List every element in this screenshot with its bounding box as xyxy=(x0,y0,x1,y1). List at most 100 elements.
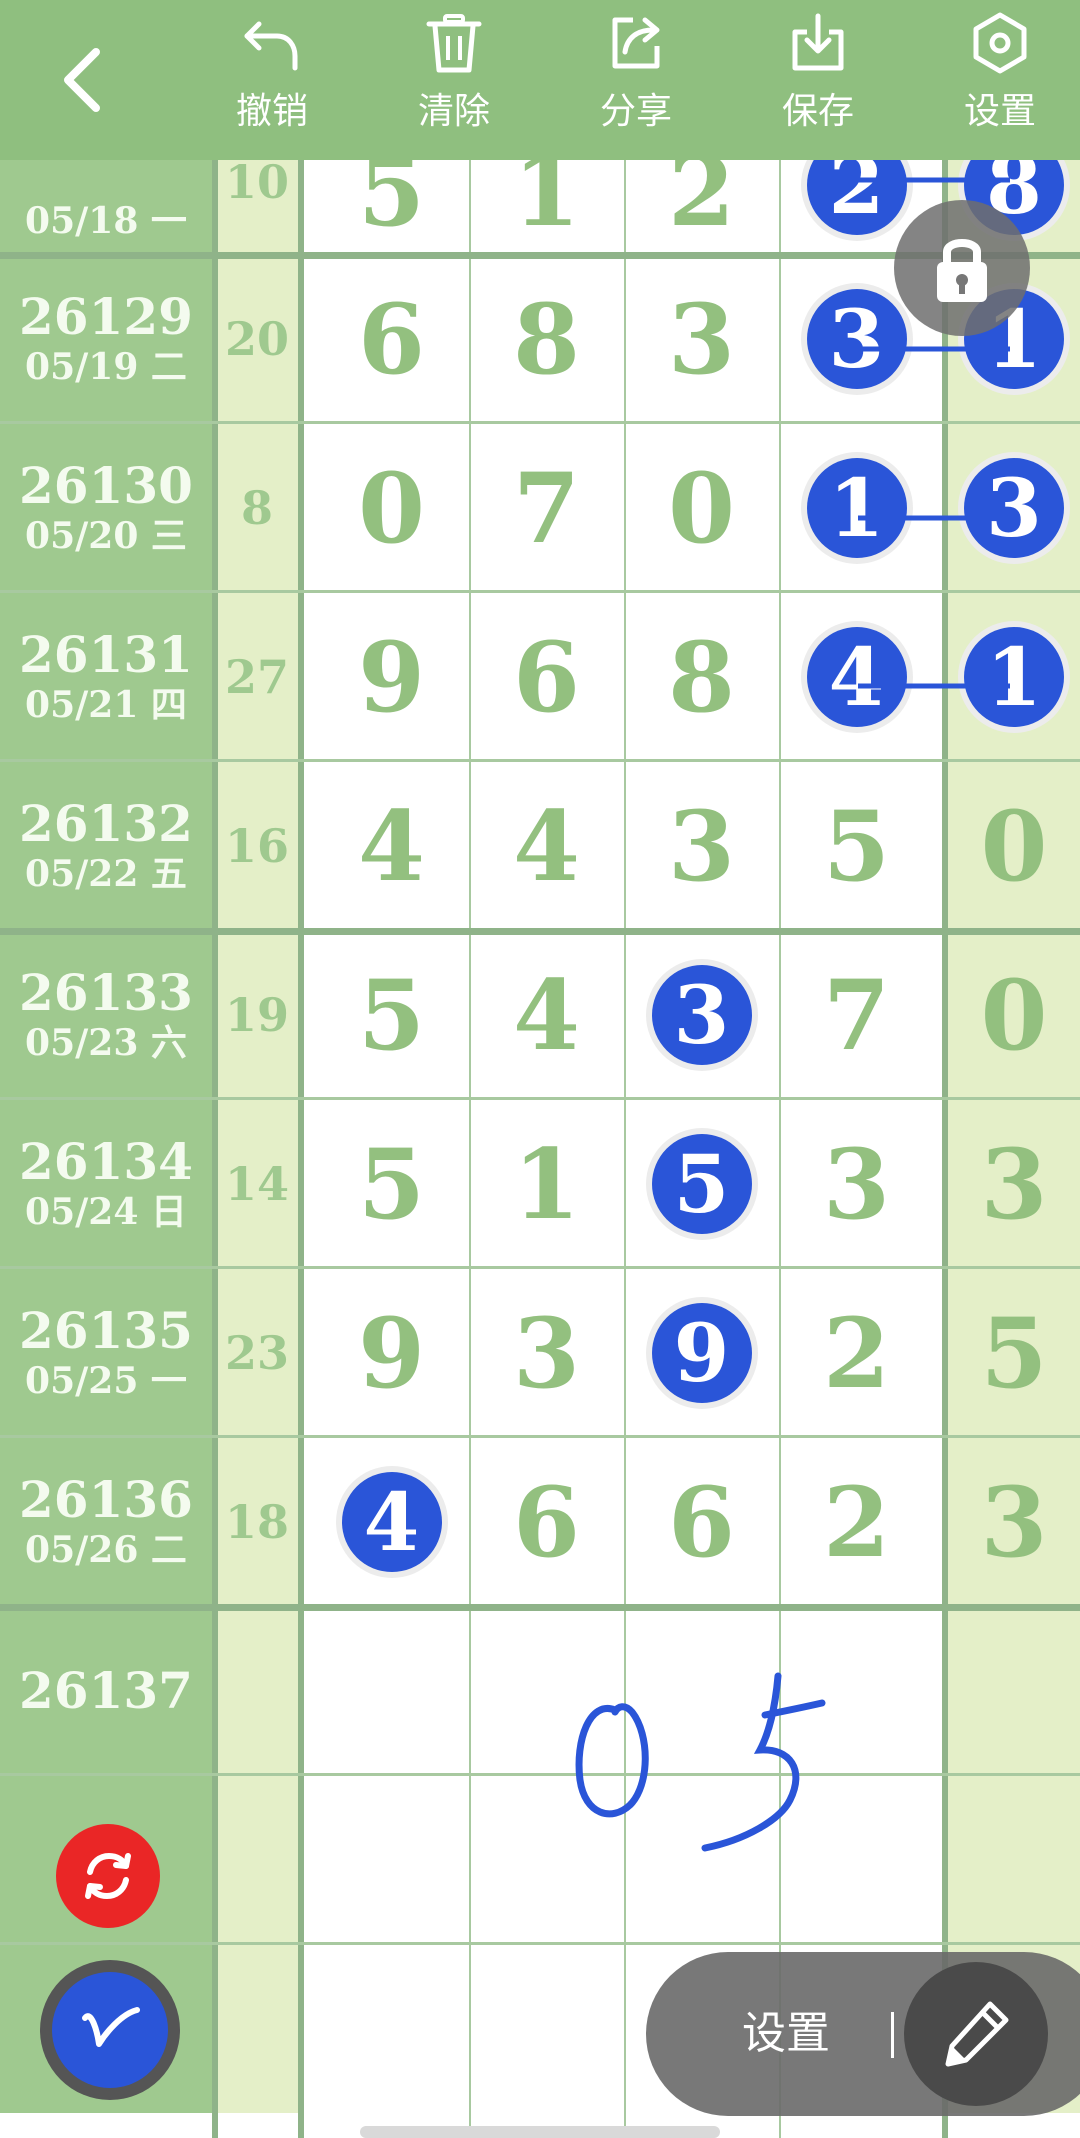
undo-button[interactable]: 撤销 xyxy=(202,10,342,150)
digit-cell[interactable]: 9 xyxy=(314,593,469,761)
pen-tool-button[interactable] xyxy=(904,1962,1048,2106)
draw-date: 05/19 二 xyxy=(25,346,187,388)
issue-cell: 26137 xyxy=(0,1607,212,1775)
sum-cell: 20 xyxy=(216,255,298,423)
digit-cell[interactable]: 0 xyxy=(948,762,1080,930)
digit-cell[interactable]: 6 xyxy=(469,593,624,761)
pen-color-button[interactable] xyxy=(40,1960,180,2100)
digit-cell[interactable]: 3 xyxy=(624,762,779,930)
settings-button[interactable]: 设置 xyxy=(930,10,1070,150)
digit-cell[interactable]: 1 xyxy=(779,424,934,592)
table-row: 26135 05/25 一 23 9 3 9 2 5 xyxy=(0,1269,1080,1437)
digit-cell[interactable] xyxy=(469,1776,624,1944)
digit-cell[interactable]: 4 xyxy=(469,762,624,930)
digit-cell[interactable]: 3 xyxy=(948,424,1080,592)
digit-cell[interactable]: 3 xyxy=(948,1100,1080,1268)
digit-cell[interactable]: 3 xyxy=(779,1100,934,1268)
digit-cell[interactable]: 4 xyxy=(779,593,934,761)
digit-cell[interactable]: 3 xyxy=(469,1269,624,1437)
digit-cell[interactable]: 9 xyxy=(314,1269,469,1437)
table-row: 26134 05/24 日 14 5 1 5 3 3 xyxy=(0,1100,1080,1268)
lock-button[interactable] xyxy=(894,200,1030,336)
highlight-ball: 4 xyxy=(806,627,907,727)
highlight-ball: 4 xyxy=(341,1472,442,1572)
bottom-settings-button[interactable]: 设置 xyxy=(742,1952,830,2116)
undo-label: 撤销 xyxy=(235,91,308,132)
save-label: 保存 xyxy=(781,91,854,132)
digit-cell[interactable] xyxy=(779,1607,934,1775)
digit-cell[interactable]: 8 xyxy=(624,593,779,761)
digit-cell[interactable] xyxy=(948,1776,1080,1944)
digit-cell[interactable]: 6 xyxy=(624,1438,779,1606)
digit-cell[interactable]: 4 xyxy=(314,762,469,930)
share-button[interactable]: 分享 xyxy=(566,10,706,150)
digit-cell[interactable]: 7 xyxy=(469,424,624,592)
issue-cell: 26133 05/23 六 xyxy=(0,931,212,1099)
digit-cell[interactable]: 8 xyxy=(469,255,624,423)
digit-cell[interactable]: 5 xyxy=(624,1100,779,1268)
digit-cell[interactable]: 5 xyxy=(314,931,469,1099)
sum-cell xyxy=(216,1776,298,1944)
digit-cell[interactable]: 6 xyxy=(469,1438,624,1606)
digit-cell[interactable]: 6 xyxy=(314,255,469,423)
digit-cell[interactable]: 5 xyxy=(314,1100,469,1268)
digit-cell[interactable]: 2 xyxy=(779,1438,934,1606)
sum-cell: 16 xyxy=(216,762,298,930)
clear-label: 清除 xyxy=(417,91,490,132)
sum-cell xyxy=(216,1607,298,1775)
digit-cell[interactable]: 7 xyxy=(779,931,934,1099)
digit-cell[interactable]: 0 xyxy=(314,424,469,592)
highlight-ball: 1 xyxy=(806,458,907,558)
grid-row-line xyxy=(0,1773,1080,1776)
digit-cell[interactable]: 1 xyxy=(948,593,1080,761)
digit-cell[interactable]: 2 xyxy=(779,1269,934,1437)
clear-button[interactable]: 清除 xyxy=(384,10,524,150)
hexagon-settings-icon xyxy=(973,12,1027,74)
grid-column-line xyxy=(779,0,781,2138)
digit-cell[interactable] xyxy=(314,1945,469,2113)
digit-cell[interactable] xyxy=(779,1776,934,1944)
digit-cell[interactable] xyxy=(624,1776,779,1944)
digit-cell[interactable] xyxy=(314,1776,469,1944)
download-icon xyxy=(792,13,844,71)
digit-cell[interactable]: 3 xyxy=(624,931,779,1099)
digit-cell[interactable]: 5 xyxy=(948,1269,1080,1437)
table-row: 26130 05/20 三807013 xyxy=(0,424,1080,592)
digit-cell[interactable]: 3 xyxy=(948,1438,1080,1606)
lottery-chart-grid[interactable]: 05/18 一 10 5 1 2 2 8 26129 05/19 二 20 6 8 3 3 1 26130 05… xyxy=(0,0,1080,2138)
digit-cell[interactable]: 9 xyxy=(624,1269,779,1437)
digit-cell[interactable] xyxy=(948,1607,1080,1775)
digit-cell[interactable] xyxy=(314,1607,469,1775)
grid-row-line xyxy=(0,1097,1080,1100)
digit-cell[interactable]: 3 xyxy=(624,255,779,423)
digit-cell[interactable]: 5 xyxy=(779,762,934,930)
highlight-ball: 3 xyxy=(964,458,1064,558)
digit-cell[interactable] xyxy=(469,1945,624,2113)
highlight-ball: 1 xyxy=(964,627,1064,727)
draw-date: 05/26 二 xyxy=(25,1529,187,1571)
grid-row-line xyxy=(0,1435,1080,1438)
sum-cell: 23 xyxy=(216,1269,298,1437)
digit-cell[interactable]: 1 xyxy=(469,1100,624,1268)
digit-cell[interactable]: 0 xyxy=(624,424,779,592)
issue-cell: 26130 05/20 三 xyxy=(0,424,212,592)
grid-row-line xyxy=(0,590,1080,593)
top-toolbar: 撤销 清除 分享 保存 设置 xyxy=(0,0,1080,160)
home-indicator xyxy=(360,2126,720,2138)
table-row: 26133 05/23 六 19 5 4 3 7 0 xyxy=(0,931,1080,1099)
grid-column-line xyxy=(469,0,471,2138)
digit-cell[interactable]: 0 xyxy=(948,931,1080,1099)
digit-cell[interactable]: 4 xyxy=(469,931,624,1099)
sum-cell: 18 xyxy=(216,1438,298,1606)
refresh-icon xyxy=(85,1852,131,1900)
issue-cell: 26129 05/19 二 xyxy=(0,255,212,423)
draw-date: 05/21 四 xyxy=(25,684,187,726)
back-button[interactable] xyxy=(40,30,130,130)
save-button[interactable]: 保存 xyxy=(748,10,888,150)
table-row: 26131 05/21 四 27 9 6 8 4 1 xyxy=(0,593,1080,761)
refresh-button[interactable] xyxy=(56,1824,160,1928)
digit-cell[interactable]: 4 xyxy=(314,1438,469,1606)
digit-cell[interactable] xyxy=(624,1607,779,1775)
digit-cell[interactable] xyxy=(469,1607,624,1775)
issue-cell: 26134 05/24 日 xyxy=(0,1100,212,1268)
